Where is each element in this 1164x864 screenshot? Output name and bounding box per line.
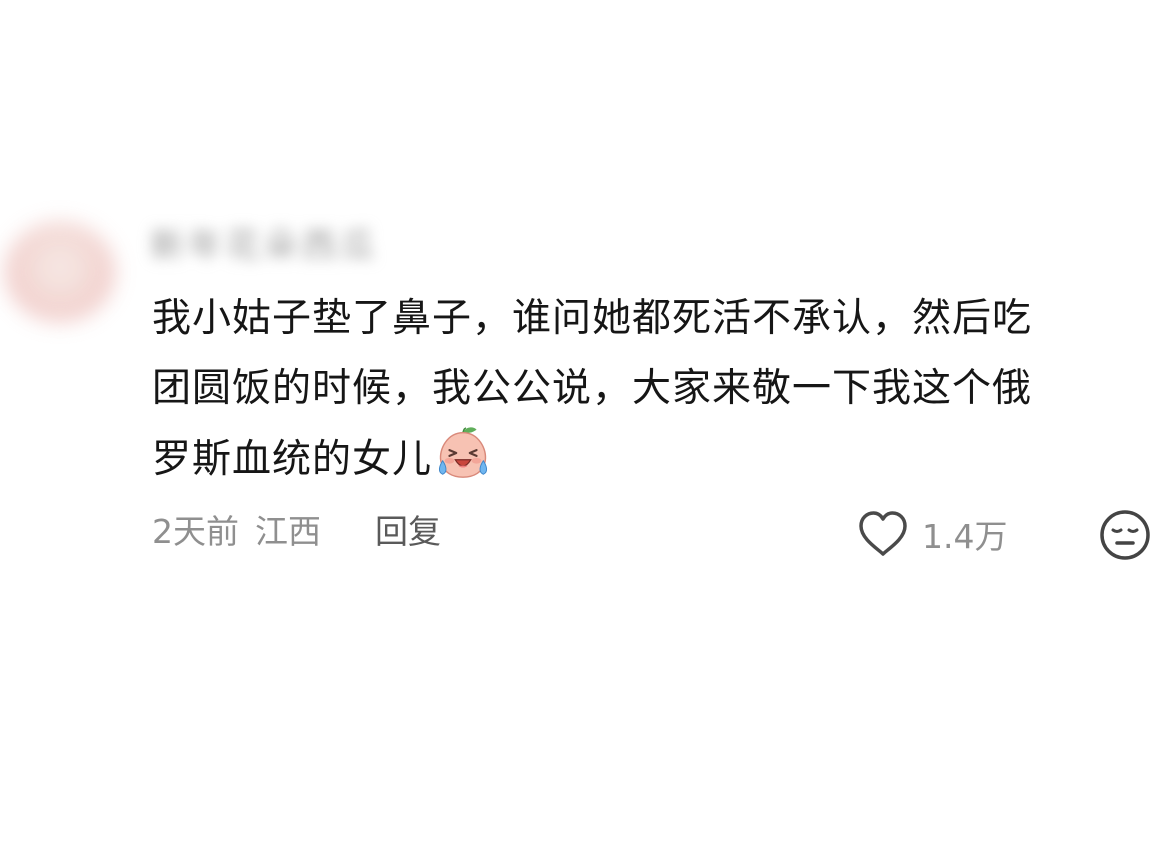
like-button[interactable]: 1.4万 — [856, 506, 1007, 562]
comment-meta: 2天前 江西 — [152, 508, 321, 556]
reply-button[interactable]: 回复 — [375, 508, 441, 556]
comment-time: 2天前 — [152, 512, 239, 551]
comment-region: 江西 — [255, 512, 321, 551]
comment-card: 新年花朵西瓜 我小姑子垫了鼻子，谁问她都死活不承认，然后吃 团圆饭的时候，我公公… — [0, 0, 1164, 864]
comment-text: 我小姑子垫了鼻子，谁问她都死活不承认，然后吃 团圆饭的时候，我公公说，大家来敬一… — [152, 284, 1152, 495]
heart-outline-icon — [859, 511, 907, 556]
neutral-face-icon[interactable] — [1098, 508, 1152, 562]
crying-laughing-peach-icon — [438, 427, 488, 478]
comment-text-line: 罗斯血统的女儿 — [152, 424, 1152, 495]
username[interactable]: 新年花朵西瓜 — [150, 228, 378, 264]
comment-text-line-content: 罗斯血统的女儿 — [152, 437, 433, 482]
comment-text-line: 团圆饭的时候，我公公说，大家来敬一下我这个俄 — [152, 366, 1033, 411]
like-count: 1.4万 — [922, 517, 1008, 556]
avatar[interactable] — [5, 222, 115, 322]
comment-text-line: 我小姑子垫了鼻子，谁问她都死活不承认，然后吃 — [152, 296, 1033, 341]
